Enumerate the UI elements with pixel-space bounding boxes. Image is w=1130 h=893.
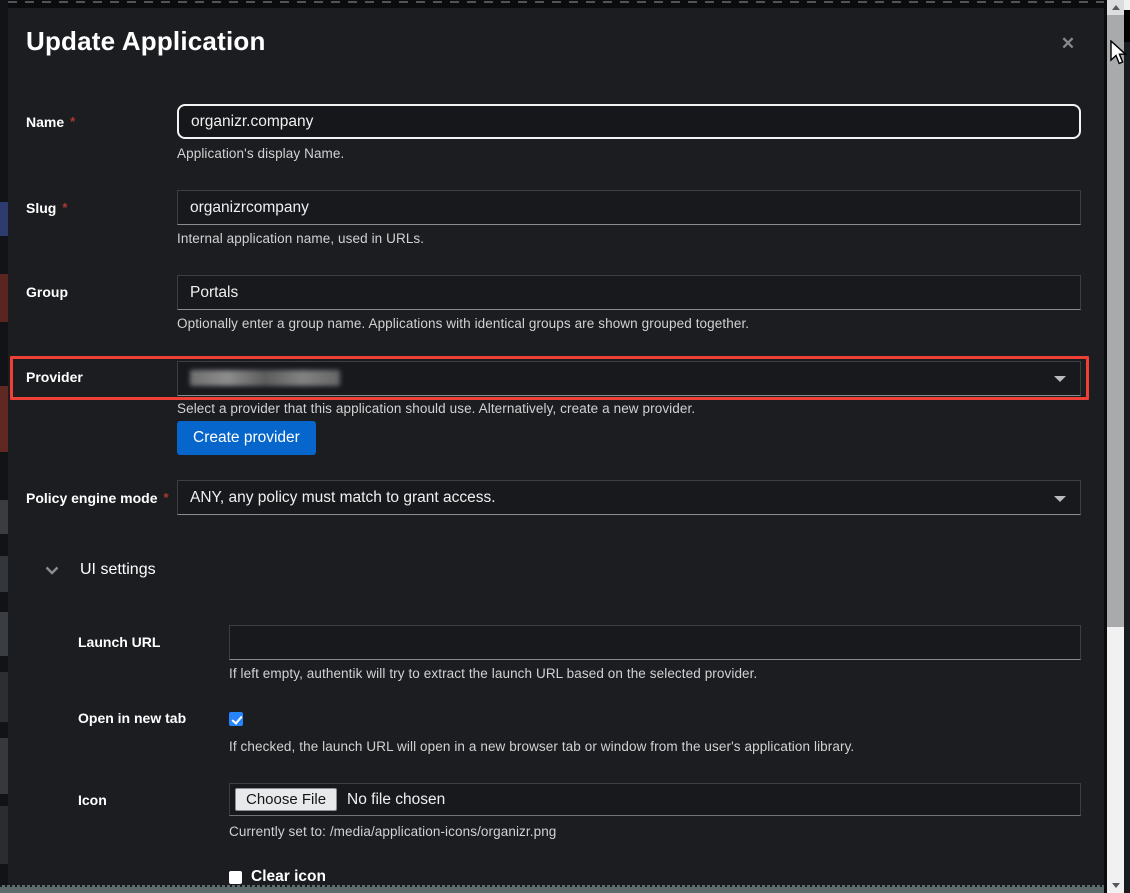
launch-url-input[interactable]	[229, 625, 1081, 660]
group-field-row: Group	[26, 275, 1081, 310]
backdrop-fragment	[0, 806, 8, 864]
backdrop-fragment	[0, 386, 8, 452]
scroll-up-button[interactable]	[1107, 0, 1124, 15]
page-title: Update Application	[26, 26, 266, 57]
backdrop-fragment	[0, 612, 8, 656]
launch-url-help: If left empty, authentik will try to ext…	[229, 666, 757, 681]
open-new-tab-field-row: Open in new tab	[78, 711, 1081, 727]
open-new-tab-label-wrap: Open in new tab	[78, 710, 229, 728]
clear-icon-label: Clear icon	[251, 868, 326, 885]
scroll-down-button[interactable]	[1107, 878, 1124, 893]
provider-help: Select a provider that this application …	[177, 401, 695, 416]
open-new-tab-checkbox[interactable]	[229, 712, 243, 726]
launch-url-field-row: Launch URL	[78, 625, 1081, 660]
backdrop-fragment	[0, 556, 8, 592]
scrollbar-thumb[interactable]	[1107, 15, 1124, 627]
provider-field-row: Provider	[26, 360, 1081, 396]
chevron-down-icon	[1054, 376, 1066, 382]
slug-label: Slug	[26, 200, 56, 216]
backdrop-page-edge	[0, 0, 8, 885]
backdrop-fragment	[0, 274, 8, 322]
policy-mode-value: ANY, any policy must match to grant acce…	[190, 489, 496, 507]
icon-help: Currently set to: /media/application-ico…	[229, 824, 556, 839]
group-label: Group	[26, 284, 68, 300]
slug-field-row: Slug *	[26, 190, 1081, 225]
icon-file-input[interactable]: Choose File No file chosen	[229, 783, 1081, 816]
group-input[interactable]	[177, 275, 1081, 310]
clear-icon-row: Clear icon	[229, 869, 326, 885]
provider-select[interactable]	[177, 361, 1081, 396]
name-help: Application's display Name.	[177, 146, 344, 161]
launch-url-label-wrap: Launch URL	[78, 634, 229, 652]
name-label-wrap: Name *	[26, 114, 177, 130]
open-new-tab-help: If checked, the launch URL will open in …	[229, 739, 854, 754]
backdrop-bottom-strip	[0, 885, 1104, 893]
icon-label-row: Icon	[78, 783, 229, 816]
triangle-up-icon	[1112, 5, 1120, 10]
backdrop-fragment	[0, 738, 8, 794]
update-application-modal: Update Application ✕ Name * Application'…	[8, 8, 1104, 885]
choose-file-button[interactable]: Choose File	[235, 788, 337, 811]
edge-highlight	[1124, 0, 1130, 10]
provider-label-wrap: Provider	[26, 369, 177, 387]
slug-input[interactable]	[177, 190, 1081, 225]
provider-redacted-value	[190, 370, 340, 386]
file-status-text: No file chosen	[347, 791, 445, 809]
modal-focus-dashes	[8, 0, 1104, 8]
group-label-wrap: Group	[26, 284, 177, 302]
chevron-down-icon	[45, 566, 59, 575]
name-field-row: Name *	[26, 104, 1081, 139]
group-help: Optionally enter a group name. Applicati…	[177, 316, 749, 331]
close-icon[interactable]: ✕	[1056, 32, 1080, 56]
create-provider-button[interactable]: Create provider	[177, 421, 316, 455]
required-asterisk: *	[70, 114, 75, 129]
vertical-scrollbar[interactable]	[1107, 0, 1124, 893]
edge-block	[1124, 10, 1130, 42]
backdrop-fragment	[0, 672, 8, 722]
chevron-down-icon	[1054, 496, 1066, 502]
name-label: Name	[26, 114, 64, 130]
policy-mode-label-wrap: Policy engine mode *	[26, 490, 177, 506]
ui-settings-header: UI settings	[80, 561, 156, 579]
triangle-down-icon	[1112, 883, 1120, 888]
backdrop-fragment	[0, 500, 8, 534]
policy-mode-field-row: Policy engine mode * ANY, any policy mus…	[26, 480, 1081, 515]
slug-label-wrap: Slug *	[26, 200, 177, 216]
name-input[interactable]	[177, 104, 1081, 139]
open-new-tab-label: Open in new tab	[78, 710, 186, 726]
policy-mode-select[interactable]: ANY, any policy must match to grant acce…	[177, 480, 1081, 515]
provider-label: Provider	[26, 369, 83, 385]
icon-label: Icon	[78, 792, 107, 808]
ui-settings-section-toggle[interactable]: UI settings	[45, 558, 156, 582]
window-right-edge	[1124, 0, 1130, 893]
policy-mode-label: Policy engine mode	[26, 490, 157, 506]
backdrop-fragment	[0, 202, 8, 236]
clear-icon-checkbox[interactable]	[229, 871, 242, 884]
slug-help: Internal application name, used in URLs.	[177, 231, 424, 246]
required-asterisk: *	[62, 200, 67, 215]
required-asterisk: *	[163, 490, 168, 505]
launch-url-label: Launch URL	[78, 634, 160, 650]
